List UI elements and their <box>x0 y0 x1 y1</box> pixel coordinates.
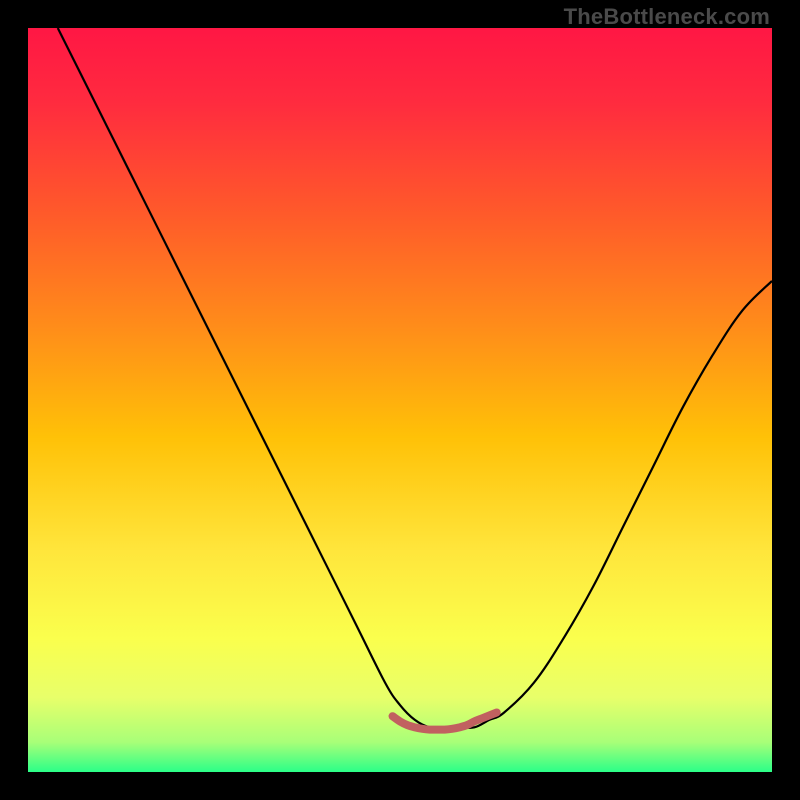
gradient-background <box>28 28 772 772</box>
chart-svg <box>28 28 772 772</box>
chart-frame <box>28 28 772 772</box>
watermark-text: TheBottleneck.com <box>564 4 770 30</box>
